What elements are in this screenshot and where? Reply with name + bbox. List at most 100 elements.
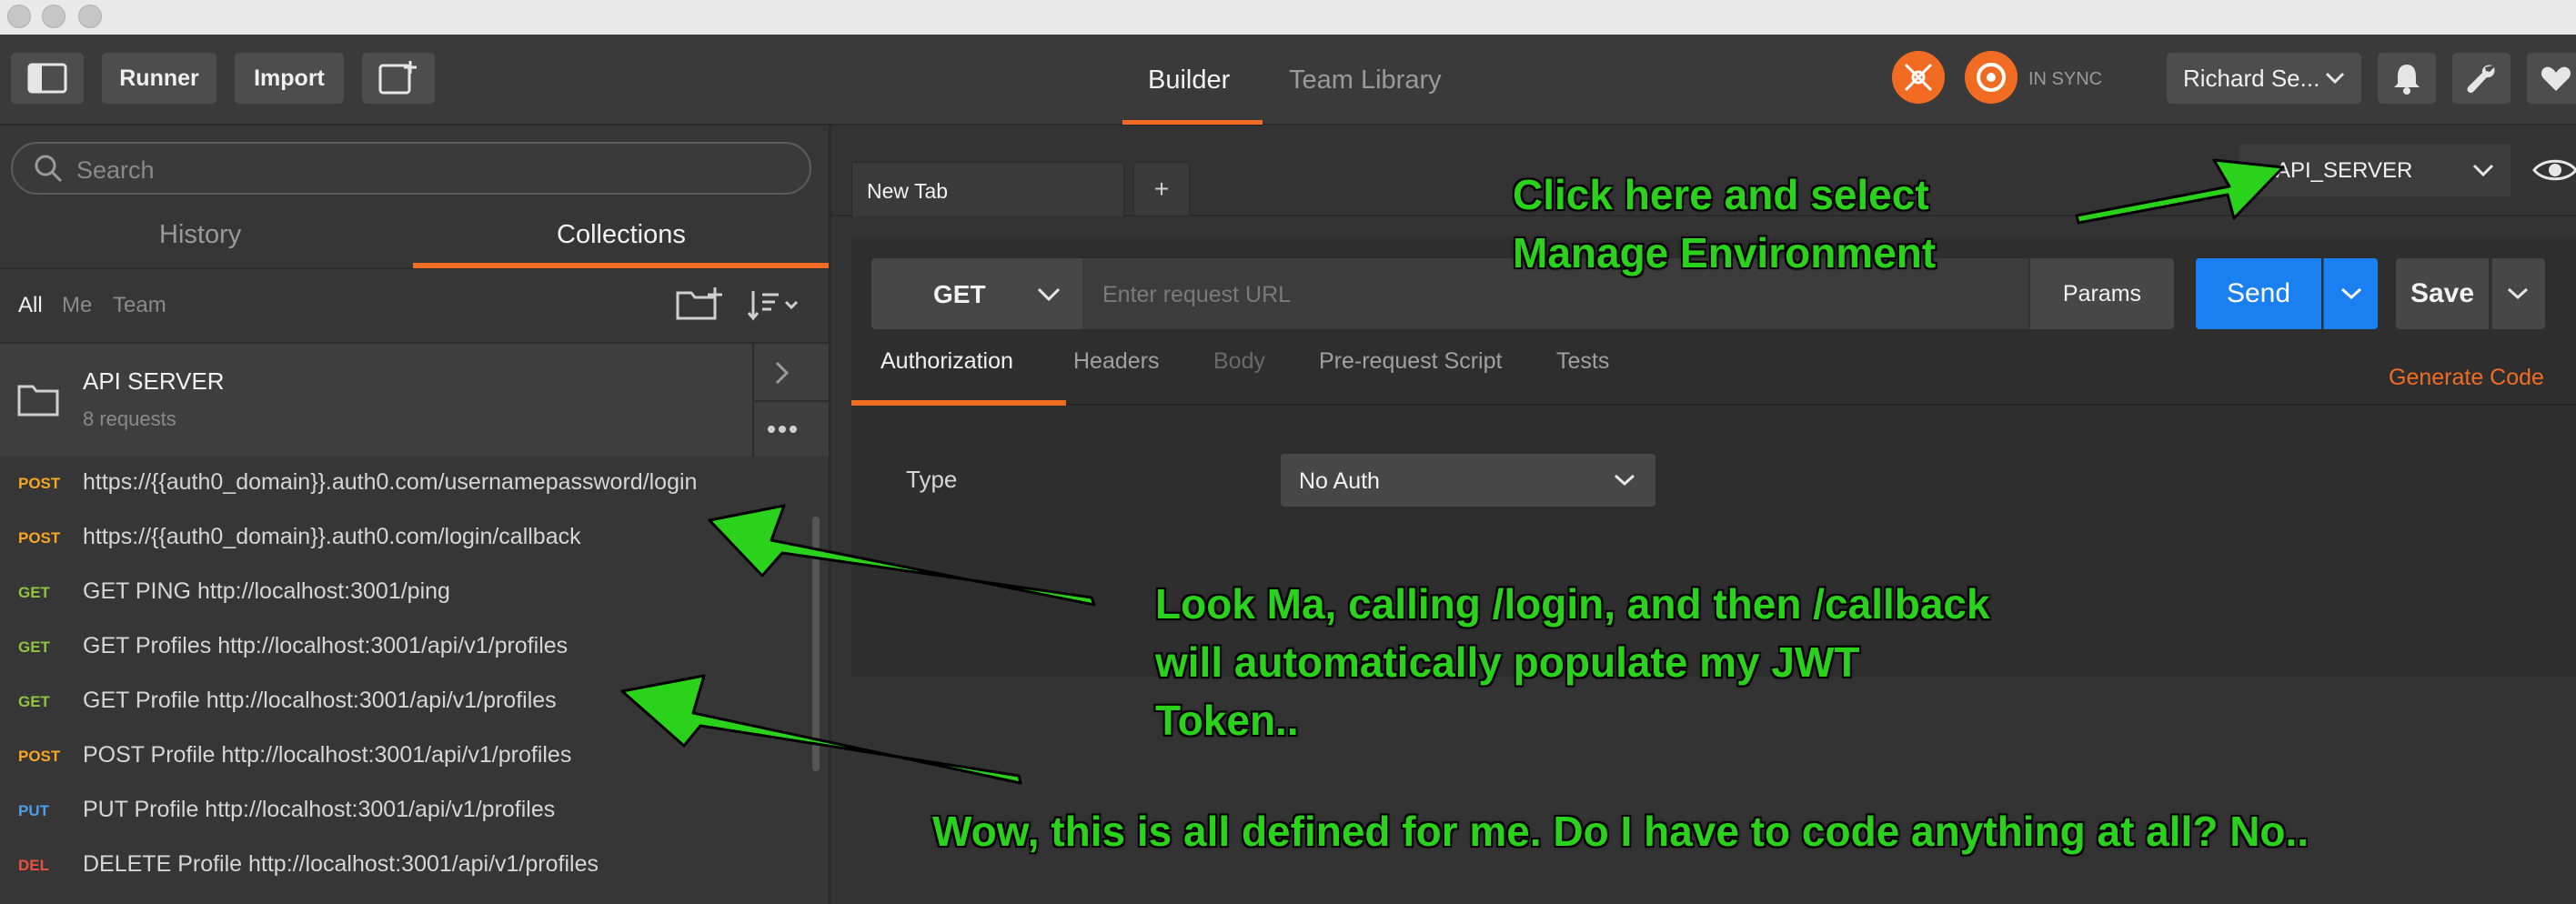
tab-builder[interactable]: Builder xyxy=(1148,65,1230,95)
app-header: Runner Import Builder Team Library IN SY… xyxy=(0,35,2576,126)
environment-selector[interactable]: API_SERVER xyxy=(2239,144,2511,196)
request-name: GET PING http://localhost:3001/ping xyxy=(83,578,450,604)
tab-builder-underline xyxy=(1122,120,1263,125)
chevron-down-icon xyxy=(2325,72,2345,85)
collection-api-server[interactable]: API SERVER 8 requests xyxy=(0,344,829,457)
heart-icon xyxy=(2541,66,2571,91)
settings-button[interactable] xyxy=(2452,53,2511,104)
close-window-button[interactable] xyxy=(7,5,31,28)
request-item-put-profile[interactable]: PUT PUT Profile http://localhost:3001/ap… xyxy=(0,784,810,839)
chevron-down-icon xyxy=(1037,287,1061,302)
favorites-button[interactable] xyxy=(2527,53,2576,104)
user-menu[interactable]: Richard Se... xyxy=(2167,53,2361,104)
send-options-button[interactable] xyxy=(2323,258,2378,329)
chevron-right-icon[interactable] xyxy=(773,360,791,386)
runner-button-label: Runner xyxy=(119,65,199,91)
satellite-icon xyxy=(1904,63,1933,92)
chevron-down-icon xyxy=(2472,164,2494,177)
sync-icon xyxy=(1977,63,2006,92)
chevron-down-icon xyxy=(1614,474,1635,487)
wrench-icon xyxy=(2467,65,2495,94)
request-name: https://{{auth0_domain}}.auth0.com/login… xyxy=(83,524,581,549)
minimize-window-button[interactable] xyxy=(42,5,65,28)
import-button[interactable]: Import xyxy=(235,53,344,104)
filter-team[interactable]: Team xyxy=(113,293,166,318)
generate-code-link[interactable]: Generate Code xyxy=(2389,365,2544,391)
filter-me[interactable]: Me xyxy=(62,293,92,318)
environment-name: API_SERVER xyxy=(2276,158,2413,183)
auth-type-value: No Auth xyxy=(1299,468,1380,494)
tab-pre-request-script[interactable]: Pre-request Script xyxy=(1319,348,1502,375)
tab-headers[interactable]: Headers xyxy=(1073,348,1160,375)
request-item-post-profile[interactable]: POST POST Profile http://localhost:3001/… xyxy=(0,729,810,784)
search-icon xyxy=(35,155,63,183)
save-options-button[interactable] xyxy=(2490,258,2545,329)
tab-tests[interactable]: Tests xyxy=(1556,348,1609,375)
tab-collections-underline xyxy=(413,263,829,268)
request-item-get-profile[interactable]: GET GET Profile http://localhost:3001/ap… xyxy=(0,675,810,729)
method-badge: GET xyxy=(18,638,50,656)
annotation-login-line-1: Look Ma, calling /login, and then /callb… xyxy=(1155,580,1990,628)
method-badge: POST xyxy=(18,475,61,492)
zoom-window-button[interactable] xyxy=(78,5,102,28)
request-name: https://{{auth0_domain}}.auth0.com/usern… xyxy=(83,469,698,495)
window-titlebar xyxy=(0,0,2576,35)
new-collection-icon[interactable] xyxy=(675,286,724,322)
method-badge: GET xyxy=(18,693,50,710)
user-name: Richard Se... xyxy=(2183,64,2320,92)
sidebar: Search History Collections All Me Team A… xyxy=(0,126,831,904)
new-window-button[interactable] xyxy=(362,53,435,104)
method-badge: POST xyxy=(18,748,61,765)
new-window-icon xyxy=(378,61,417,95)
collection-name: API SERVER xyxy=(83,367,225,395)
save-button[interactable]: Save xyxy=(2396,258,2489,329)
request-item-delete-profile[interactable]: DEL DELETE Profile http://localhost:3001… xyxy=(0,839,810,893)
folder-icon xyxy=(17,385,59,417)
method-badge: GET xyxy=(18,584,50,601)
url-placeholder: Enter request URL xyxy=(1102,282,1292,307)
interceptor-button[interactable] xyxy=(1892,51,1945,104)
toggle-sidebar-button[interactable] xyxy=(11,53,84,104)
auth-type-label: Type xyxy=(906,466,958,493)
tab-team-library[interactable]: Team Library xyxy=(1289,65,1442,95)
params-button[interactable]: Params xyxy=(2028,258,2174,329)
search-input[interactable]: Search xyxy=(11,142,811,195)
request-tab[interactable]: New Tab xyxy=(851,162,1124,216)
filter-all[interactable]: All xyxy=(18,293,43,318)
annotation-env-line-1: Click here and select xyxy=(1513,171,1929,218)
sidebar-scrollbar[interactable] xyxy=(812,517,820,771)
more-options-icon[interactable] xyxy=(767,425,798,434)
request-tab-label: New Tab xyxy=(867,179,949,203)
sidebar-icon xyxy=(27,63,67,94)
request-item-login[interactable]: POST https://{{auth0_domain}}.auth0.com/… xyxy=(0,457,810,511)
send-button[interactable]: Send xyxy=(2196,258,2321,329)
request-name: DELETE Profile http://localhost:3001/api… xyxy=(83,851,599,877)
method-dropdown[interactable]: GET xyxy=(871,258,1082,329)
annotation-defined: Wow, this is all defined for me. Do I ha… xyxy=(932,808,2309,855)
auth-type-dropdown[interactable]: No Auth xyxy=(1281,454,1655,507)
request-item-get-profiles[interactable]: GET GET Profiles http://localhost:3001/a… xyxy=(0,620,810,675)
notifications-button[interactable] xyxy=(2378,53,2436,104)
tab-authorization[interactable]: Authorization xyxy=(880,348,1013,375)
request-name: GET Profiles http://localhost:3001/api/v… xyxy=(83,633,569,658)
eye-icon[interactable] xyxy=(2532,156,2576,184)
tab-history[interactable]: History xyxy=(159,220,241,250)
method-badge: POST xyxy=(18,529,61,547)
tab-collections[interactable]: Collections xyxy=(557,220,686,250)
request-tabs-divider xyxy=(851,404,2576,406)
sync-button[interactable] xyxy=(1965,51,2018,104)
search-placeholder: Search xyxy=(76,156,155,184)
add-tab-button[interactable]: + xyxy=(1133,162,1190,216)
bell-icon xyxy=(2394,65,2420,95)
request-item-ping[interactable]: GET GET PING http://localhost:3001/ping xyxy=(0,566,810,620)
import-button-label: Import xyxy=(254,65,325,91)
chevron-down-icon xyxy=(2507,287,2529,300)
collection-count: 8 requests xyxy=(83,407,176,430)
request-name: POST Profile http://localhost:3001/api/v… xyxy=(83,742,572,768)
runner-button[interactable]: Runner xyxy=(102,53,216,104)
tab-body[interactable]: Body xyxy=(1213,348,1265,375)
request-item-callback[interactable]: POST https://{{auth0_domain}}.auth0.com/… xyxy=(0,511,810,566)
annotation-login-line-3: Token.. xyxy=(1155,697,1299,744)
sort-icon[interactable] xyxy=(748,289,802,322)
method-badge: DEL xyxy=(18,857,49,874)
